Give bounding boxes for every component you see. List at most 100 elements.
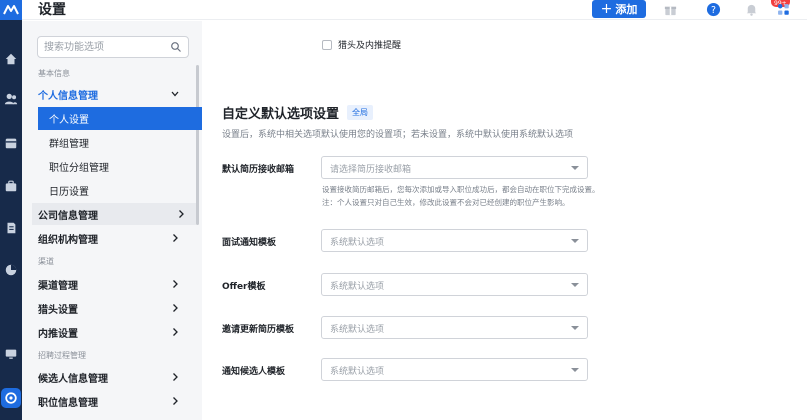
group-basic-info: 基本信息: [38, 69, 70, 78]
notifications-button[interactable]: [743, 1, 759, 17]
plus-icon: +: [600, 1, 613, 17]
sidebar-item-personal-settings[interactable]: 个人设置: [38, 107, 218, 130]
rail-calendar[interactable]: [3, 135, 19, 151]
section-title: 自定义默认选项设置 全局: [222, 103, 374, 122]
resume-email-select[interactable]: 请选择简历接收邮箱: [321, 156, 588, 179]
sidebar-item-label: 职位分组管理: [49, 163, 109, 174]
update-resume-template-label: 邀请更新简历模板: [222, 325, 295, 335]
sidebar-item-calendar[interactable]: 日历设置: [38, 179, 218, 202]
caret-down-icon: [571, 239, 579, 243]
interview-template-label: 面试通知模板: [222, 238, 277, 248]
caret-down-icon: [571, 326, 579, 330]
section-title-text: 自定义默认选项设置: [222, 107, 340, 122]
logo-icon: [3, 5, 19, 15]
reminder-checkbox-label: 猎头及内推提醒: [338, 41, 402, 51]
update-resume-template-placeholder: 系统默认选项: [330, 325, 385, 335]
sidebar-item-label: 职位信息管理: [38, 397, 98, 409]
rail-settings[interactable]: [1, 388, 21, 408]
sidebar-item-label: 组织机构管理: [38, 234, 98, 246]
section-description: 设置后，系统中相关选项默认使用您的设置项；若未设置，系统中默认使用系统默认选项: [222, 130, 574, 140]
resume-email-hint: 设置接收简历邮箱后，您每次添加或导入职位成功后，都会自动在职位下完成设置。: [322, 185, 600, 194]
rail-candidates[interactable]: [3, 91, 19, 107]
chevron-right-icon: [173, 304, 178, 312]
sidebar-item-channel-mgmt[interactable]: 渠道管理: [38, 273, 190, 295]
update-resume-template-select[interactable]: 系统默认选项: [321, 316, 588, 339]
document-icon: [7, 222, 16, 234]
gift-button[interactable]: [662, 1, 678, 17]
resume-email-note: 注：个人设置只对自己生效，修改此设置不会对已经创建的职位产生影响。: [322, 198, 570, 207]
add-button[interactable]: + 添加: [592, 0, 646, 18]
sidebar-item-headhunter[interactable]: 猎头设置: [38, 297, 190, 319]
apps-button[interactable]: [775, 1, 791, 17]
top-header: 设置 + 添加 ? 99+: [22, 0, 807, 20]
sidebar-item-label: 个人信息管理: [38, 90, 98, 102]
settings-sidebar: 基本信息 个人信息管理 个人设置 群组管理 职位分组管理 日历设置 公司信息管理…: [22, 21, 218, 420]
interview-template-select[interactable]: 系统默认选项: [321, 229, 588, 252]
sidebar-search: [37, 36, 189, 58]
group-channel: 渠道: [38, 257, 54, 266]
help-icon: ?: [706, 2, 720, 16]
help-button[interactable]: ?: [705, 1, 721, 17]
settings-content: 猎头及内推提醒 自定义默认选项设置 全局 设置后，系统中相关选项默认使用您的设置…: [202, 21, 807, 420]
chevron-right-icon: [173, 397, 178, 405]
sidebar-item-position-groups[interactable]: 职位分组管理: [38, 155, 218, 178]
headhunter-referral-reminder[interactable]: 猎头及内推提醒: [322, 38, 401, 51]
reminder-checkbox[interactable]: [322, 39, 332, 50]
pie-chart-icon: [5, 264, 17, 276]
calendar-icon: [5, 138, 17, 149]
app-logo[interactable]: [0, 0, 22, 20]
interview-template-placeholder: 系统默认选项: [330, 238, 385, 248]
search-icon[interactable]: [170, 41, 182, 53]
sidebar-item-org-mgmt[interactable]: 组织机构管理: [38, 227, 190, 249]
home-icon: [5, 53, 17, 65]
offer-template-placeholder: 系统默认选项: [330, 282, 385, 292]
sidebar-item-label: 日历设置: [49, 187, 89, 198]
chevron-right-icon: [173, 280, 178, 288]
sidebar-item-label: 内推设置: [38, 328, 78, 340]
notify-candidate-template-select[interactable]: 系统默认选项: [321, 358, 588, 381]
chevron-right-icon: [173, 234, 178, 242]
scope-tag: 全局: [347, 105, 374, 120]
users-icon: [4, 93, 18, 105]
chevron-down-icon: [171, 91, 179, 97]
search-input[interactable]: [44, 39, 169, 55]
rail-screen[interactable]: [3, 346, 19, 362]
sidebar-item-label: 公司信息管理: [38, 210, 98, 222]
resume-email-placeholder: 请选择简历接收邮箱: [330, 165, 412, 175]
sidebar-item-label: 群组管理: [49, 139, 89, 150]
caret-down-icon: [571, 283, 579, 287]
rail-analytics[interactable]: [3, 262, 19, 278]
apps-grid-icon: [777, 3, 789, 15]
group-recruit-process: 招聘过程管理: [38, 351, 86, 360]
sidebar-item-referral[interactable]: 内推设置: [38, 321, 190, 343]
page-title: 设置: [38, 2, 66, 18]
monitor-icon: [5, 349, 17, 359]
rail-home[interactable]: [3, 51, 19, 67]
chevron-right-icon: [173, 328, 178, 336]
notify-candidate-template-label: 通知候选人模板: [222, 367, 286, 377]
add-button-label: 添加: [615, 3, 638, 16]
rail-reports[interactable]: [3, 220, 19, 236]
sidebar-item-group-mgmt[interactable]: 群组管理: [38, 131, 218, 154]
chevron-right-icon: [173, 373, 178, 381]
sidebar-item-personal-info[interactable]: 个人信息管理: [38, 83, 190, 105]
resume-email-label: 默认简历接收邮箱: [222, 165, 295, 175]
caret-down-icon: [571, 368, 579, 372]
briefcase-icon: [5, 180, 17, 192]
offer-template-select[interactable]: 系统默认选项: [321, 273, 588, 296]
settings-icon: [5, 392, 17, 404]
app-rail: [0, 0, 22, 420]
sidebar-item-label: 渠道管理: [38, 280, 78, 292]
sidebar-item-label: 猎头设置: [38, 304, 78, 316]
sidebar-item-candidate-info[interactable]: 候选人信息管理: [38, 366, 190, 388]
gift-icon: [664, 6, 676, 15]
sidebar-item-label: 候选人信息管理: [38, 373, 108, 385]
caret-down-icon: [571, 166, 579, 170]
bell-icon: [746, 4, 756, 16]
svg-text:?: ?: [711, 4, 716, 15]
sidebar-item-label: 个人设置: [49, 115, 89, 126]
sidebar-item-position-info[interactable]: 职位信息管理: [38, 390, 190, 412]
sidebar-item-company-info[interactable]: 公司信息管理: [32, 203, 196, 225]
chevron-right-icon: [179, 210, 184, 218]
rail-jobs[interactable]: [3, 178, 19, 194]
